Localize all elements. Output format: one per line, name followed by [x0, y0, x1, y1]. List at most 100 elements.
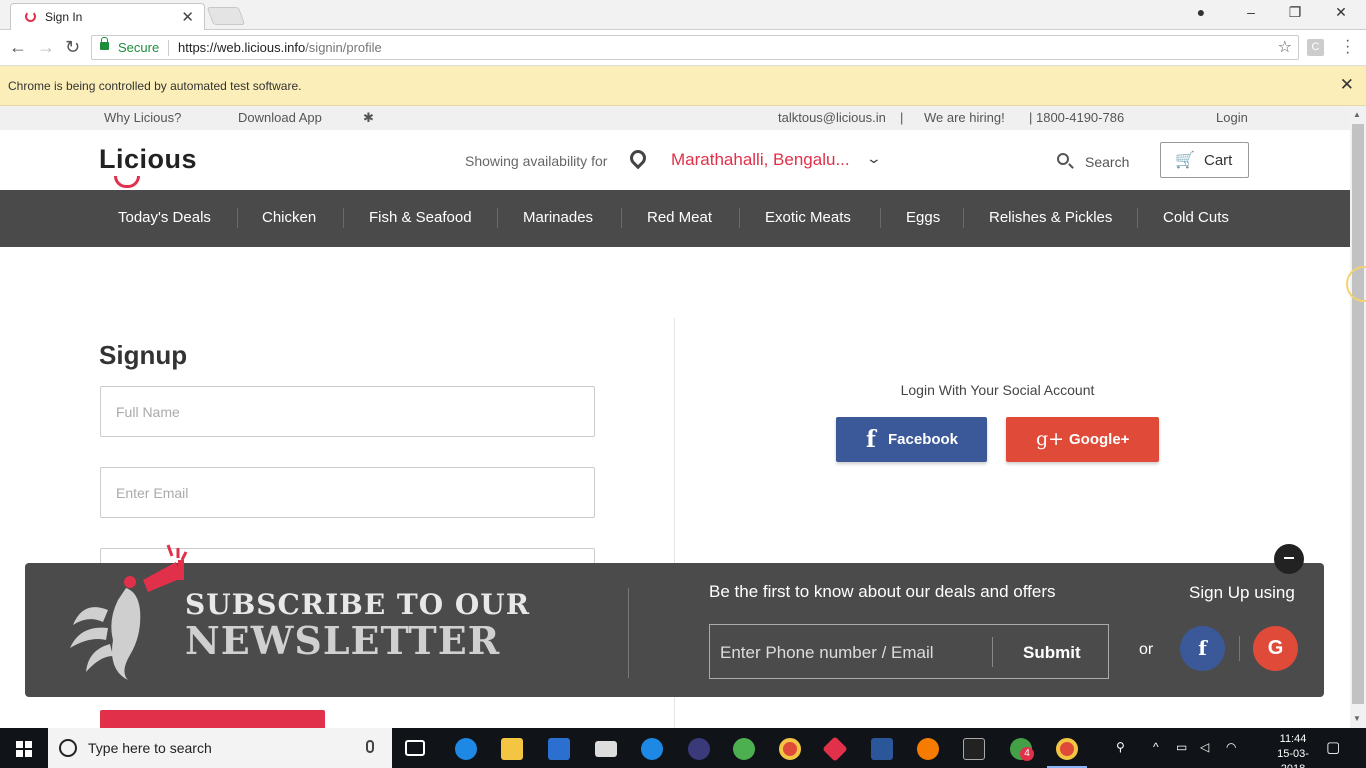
email-field[interactable] [100, 467, 595, 518]
infobar-close-icon[interactable]: ✕ [1340, 75, 1354, 95]
notifications-icon[interactable]: ▢ [1326, 738, 1340, 756]
facebook-signup-icon[interactable]: f [1180, 626, 1225, 671]
taskbar-search-box[interactable]: Type here to search [48, 728, 392, 768]
scrollbar-thumb[interactable] [1352, 124, 1364, 704]
profile-icon[interactable]: ● [1191, 4, 1211, 20]
signup-submit-button[interactable] [100, 710, 325, 728]
newsletter-input[interactable]: Enter Phone number / Email [720, 643, 934, 663]
android-icon[interactable]: ✱ [363, 110, 374, 126]
firefox-icon[interactable] [917, 738, 939, 760]
url-divider [168, 40, 169, 56]
microphone-icon[interactable] [366, 740, 374, 753]
tab-title: Sign In [45, 10, 83, 24]
nav-divider [1137, 208, 1138, 228]
window-close-icon[interactable]: ✕ [1331, 4, 1351, 21]
chevron-down-icon[interactable]: ⌄ [866, 150, 882, 167]
cart-label: Cart [1204, 152, 1233, 169]
nav-cold-cuts[interactable]: Cold Cuts [1163, 209, 1229, 226]
battery-icon[interactable]: ▭ [1176, 740, 1187, 754]
signup-using-label: Sign Up using [1189, 583, 1295, 602]
volume-icon[interactable]: ◁ [1200, 740, 1209, 754]
nav-fish-seafood[interactable]: Fish & Seafood [369, 209, 472, 226]
url-path: /signin/profile [305, 40, 382, 55]
nav-exotic-meats[interactable]: Exotic Meats [765, 209, 851, 226]
google-label: Google+ [1069, 431, 1130, 448]
logo-smile-icon [114, 176, 140, 188]
newsletter-heading-line2: NEWSLETTER [185, 618, 501, 663]
search-link[interactable]: Search [1085, 154, 1129, 170]
edge-icon[interactable] [455, 738, 477, 760]
nav-divider [739, 208, 740, 228]
logo-text: Licious [99, 144, 198, 174]
floating-widget-icon[interactable] [1346, 266, 1366, 302]
taskbar-search-placeholder: Type here to search [88, 740, 212, 756]
login-link[interactable]: Login [1216, 110, 1248, 125]
google-signup-icon[interactable]: G [1253, 626, 1298, 671]
reload-icon[interactable]: ↻ [65, 37, 80, 58]
location-selector[interactable]: Marathahalli, Bengalu... [671, 150, 850, 170]
address-bar[interactable]: Secure https://web.licious.info/signin/p… [91, 35, 1299, 60]
mail-icon[interactable] [595, 741, 617, 757]
back-arrow-icon[interactable]: ← [9, 37, 27, 58]
rooster-megaphone-icon [70, 544, 188, 680]
new-tab-button[interactable] [206, 7, 246, 25]
infobar-message: Chrome is being controlled by automated … [8, 79, 302, 93]
signup-title: Signup [99, 340, 188, 370]
maximize-icon[interactable]: ❐ [1285, 4, 1305, 21]
minimize-icon[interactable]: – [1241, 4, 1261, 20]
scroll-down-icon[interactable]: ▼ [1353, 714, 1361, 723]
eclipse-icon[interactable] [688, 738, 710, 760]
skype-icon[interactable] [641, 738, 663, 760]
full-name-field[interactable] [100, 386, 595, 437]
download-app-link[interactable]: Download App [238, 110, 322, 125]
file-explorer-icon[interactable] [501, 738, 523, 760]
search-icon[interactable] [1057, 153, 1069, 165]
chrome-icon[interactable] [779, 738, 801, 760]
newsletter-form: Enter Phone number / Email Submit [709, 624, 1109, 679]
licious-logo[interactable]: Licious [99, 144, 198, 188]
tab-close-icon[interactable]: ✕ [181, 8, 194, 26]
task-view-icon[interactable] [405, 740, 425, 756]
nav-todays-deals[interactable]: Today's Deals [118, 209, 211, 226]
windows-start-icon[interactable] [16, 741, 32, 757]
nav-red-meat[interactable]: Red Meat [647, 209, 712, 226]
scroll-up-icon[interactable]: ▲ [1353, 110, 1361, 119]
facebook-icon: f [866, 426, 876, 453]
store-icon[interactable] [548, 738, 570, 760]
secure-label: Secure [118, 40, 160, 55]
facebook-login-button[interactable]: f Facebook [836, 417, 987, 462]
newsletter-submit-button[interactable]: Submit [1023, 643, 1081, 663]
nav-marinades[interactable]: Marinades [523, 209, 593, 226]
bookmark-star-icon[interactable]: ☆ [1278, 37, 1292, 57]
automation-infobar: Chrome is being controlled by automated … [0, 66, 1366, 106]
wifi-icon[interactable]: ◠ [1226, 740, 1236, 754]
browser-tab-sign-in[interactable]: Sign In ✕ [10, 3, 205, 30]
nav-relishes-pickles[interactable]: Relishes & Pickles [989, 209, 1112, 226]
chrome-menu-icon[interactable]: · · · [1345, 33, 1350, 61]
email-link[interactable]: talktous@licious.in [778, 110, 886, 125]
why-licious-link[interactable]: Why Licious? [104, 110, 181, 125]
nav-divider [880, 208, 881, 228]
nav-chicken[interactable]: Chicken [262, 209, 316, 226]
nav-eggs[interactable]: Eggs [906, 209, 940, 226]
word-icon[interactable] [871, 738, 893, 760]
nav-divider [621, 208, 622, 228]
or-label: or [1139, 641, 1154, 658]
chrome-active-icon[interactable] [1056, 738, 1078, 760]
tray-chevron-icon[interactable]: ^ [1153, 740, 1159, 754]
google-login-button[interactable]: g+ Google+ [1006, 417, 1159, 462]
popup-minimize-icon[interactable] [1274, 544, 1304, 574]
taskbar-clock[interactable]: 11:44 15-03-2018 [1268, 732, 1318, 768]
cart-button[interactable]: 🛒 Cart [1160, 142, 1249, 178]
terminal-icon[interactable] [963, 738, 985, 760]
cortana-icon [59, 739, 77, 757]
windows-taskbar: Type here to search ⚲ ^ ▭ ◁ ◠ 11:44 15-0… [0, 728, 1366, 768]
extension-icon[interactable]: C [1307, 39, 1324, 56]
forward-arrow-icon[interactable]: → [37, 37, 55, 58]
hiring-link[interactable]: We are hiring! [924, 110, 1005, 125]
people-icon[interactable]: ⚲ [1116, 740, 1125, 754]
app-diamond-icon[interactable] [822, 736, 848, 762]
network-app-icon[interactable] [733, 738, 755, 760]
url-text: https://web.licious.info/signin/profile [178, 40, 382, 55]
page-scrollbar[interactable]: ▲ ▼ [1350, 106, 1366, 728]
